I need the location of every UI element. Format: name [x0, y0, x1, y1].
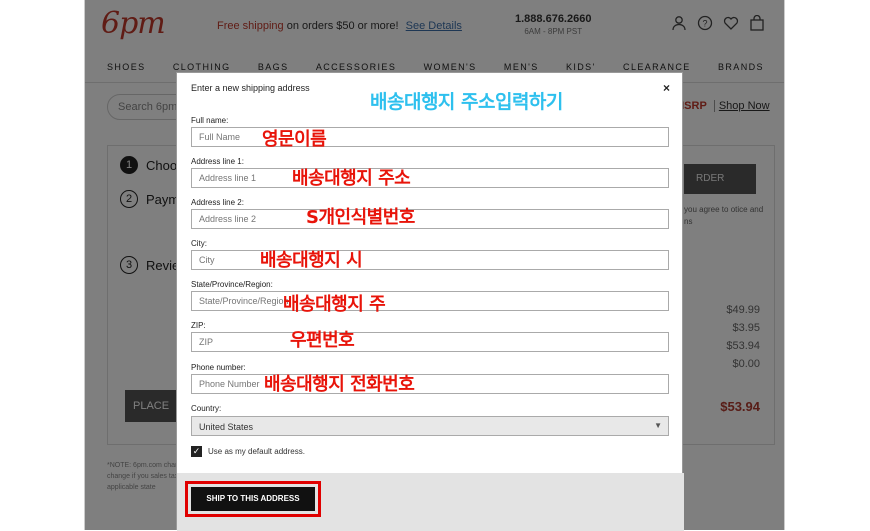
country-label: Country:	[191, 404, 222, 413]
address2-label: Address line 2:	[191, 198, 244, 207]
zip-label: ZIP:	[191, 321, 206, 330]
screenshot-frame: 6pm Free shipping on orders $50 or more!…	[0, 0, 870, 531]
address2-field[interactable]	[191, 209, 669, 229]
state-label: State/Province/Region:	[191, 280, 273, 289]
annotation-address2: S개인식별번호	[306, 207, 415, 228]
city-label: City:	[191, 239, 207, 248]
annotation-title: 배송대행지 주소입력하기	[370, 91, 563, 113]
default-address-checkbox[interactable]: ✓ Use as my default address.	[191, 446, 305, 457]
phone-label: Phone number:	[191, 363, 246, 372]
phone-field[interactable]	[191, 374, 669, 394]
ship-to-address-button[interactable]: SHIP TO THIS ADDRESS	[191, 487, 315, 511]
state-field[interactable]	[191, 291, 669, 311]
full-name-label: Full name:	[191, 116, 229, 125]
country-select[interactable]: United States ▼	[191, 416, 669, 436]
chevron-down-icon: ▼	[654, 421, 662, 430]
highlight-box: SHIP TO THIS ADDRESS	[185, 481, 321, 517]
annotation-city: 배송대행지 시	[260, 250, 363, 271]
annotation-zip: 우편번호	[290, 330, 355, 351]
annotation-state: 배송대행지 주	[283, 294, 386, 315]
address1-field[interactable]	[191, 168, 669, 188]
checkmark-icon: ✓	[191, 446, 202, 457]
zip-field[interactable]	[191, 332, 669, 352]
annotation-phone: 배송대행지 전화번호	[264, 374, 415, 395]
close-icon[interactable]: ×	[663, 81, 670, 95]
modal-title: Enter a new shipping address	[191, 83, 310, 93]
modal-footer: SHIP TO THIS ADDRESS	[177, 473, 684, 531]
shipping-address-modal: Enter a new shipping address × Full name…	[176, 72, 684, 531]
country-value: United States	[199, 422, 254, 432]
annotation-full-name: 영문이름	[262, 129, 327, 150]
address1-label: Address line 1:	[191, 157, 244, 166]
default-address-label: Use as my default address.	[208, 447, 305, 456]
annotation-address1: 배송대행지 주소	[292, 168, 411, 189]
